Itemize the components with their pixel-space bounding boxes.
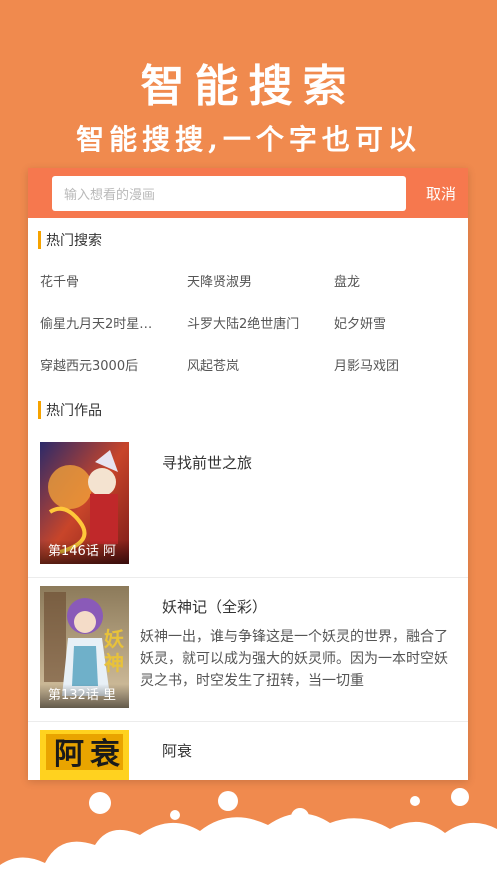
work-item[interactable]: 阿 衰 阿衰 [28,722,468,780]
svg-text:阿: 阿 [54,737,84,772]
work-cover-image[interactable]: 妖 神 第132话 里 [40,586,129,708]
work-title[interactable]: 妖神记（全彩） [162,596,267,617]
hot-search-heading: 热门搜索 [46,233,102,249]
hot-search-item[interactable]: 偷星九月天2时星… [40,304,187,346]
promo-subtitle: 智能搜搜,一个字也可以 [76,123,421,156]
search-bar: 输入想看的漫画 取消 [28,168,468,218]
hot-search-section-header: 热门搜索 [28,218,468,262]
section-accent-bar [38,401,41,419]
svg-text:衰: 衰 [90,737,120,772]
work-chapter-label: 第146话 阿 [40,540,129,564]
hot-search-list: 花千骨 天降贤淑男 盘龙 偷星九月天2时星… 斗罗大陆2绝世唐门 妃夕妍雪 穿越… [28,262,468,388]
work-description: 妖神一出，谁与争锋这是一个妖灵的世界，融合了妖灵，就可以成为强大的妖灵师。因为一… [140,629,448,689]
hot-works-section-header: 热门作品 [28,388,468,432]
hot-search-item[interactable]: 月影马戏团 [334,346,468,388]
hot-works-heading: 热门作品 [46,403,102,419]
work-item[interactable]: 妖 神 第132话 里 妖神记（全彩） 妖神一出，谁与争锋这是一个妖灵的世界，融… [28,578,468,722]
promo-title: 智能搜索 [140,61,357,112]
search-input[interactable]: 输入想看的漫画 [52,176,406,211]
work-title[interactable]: 寻找前世之旅 [162,452,252,473]
work-item[interactable]: 第146话 阿 寻找前世之旅 [28,434,468,578]
app-screen: 输入想看的漫画 取消 热门搜索 花千骨 天降贤淑男 盘龙 偷星九月天2时星… 斗… [28,168,468,780]
section-accent-bar [38,231,41,249]
cancel-button[interactable]: 取消 [426,183,456,204]
hot-search-item[interactable]: 妃夕妍雪 [334,304,468,346]
work-title[interactable]: 阿衰 [162,740,192,761]
work-chapter-label: 第132话 里 [40,684,129,708]
hot-search-item[interactable]: 风起苍岚 [187,346,334,388]
svg-text:神: 神 [104,651,124,675]
hot-works-list: 第146话 阿 寻找前世之旅 妖 神 第132话 里 妖神记（全彩） 妖神一出，… [28,434,468,780]
hot-search-item[interactable]: 穿越西元3000后 [40,346,187,388]
hot-search-item[interactable]: 花千骨 [40,262,187,304]
hot-search-item[interactable]: 斗罗大陆2绝世唐门 [187,304,334,346]
hot-search-item[interactable]: 盘龙 [334,262,468,304]
cloud-decoration [0,788,497,883]
svg-text:妖: 妖 [104,627,124,651]
work-cover-image[interactable]: 第146话 阿 [40,442,129,564]
hot-search-item[interactable]: 天降贤淑男 [187,262,334,304]
